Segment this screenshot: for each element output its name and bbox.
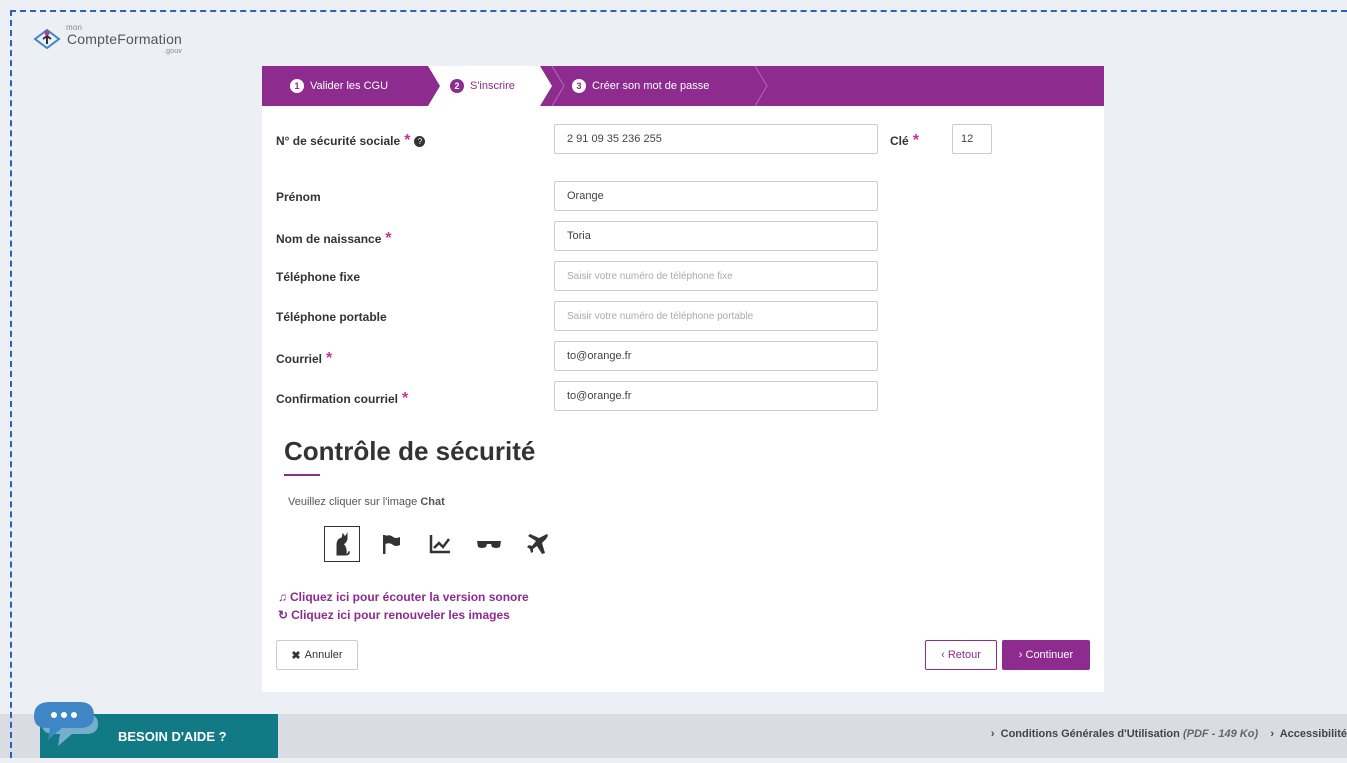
captcha-instruction-text: Veuillez cliquer sur l'image [288, 496, 418, 508]
chat-icon[interactable] [28, 694, 112, 758]
help-label: BESOIN D'AIDE ? [118, 728, 227, 744]
audio-link[interactable]: ♫ Cliquez ici pour écouter la version so… [278, 590, 529, 604]
refresh-link[interactable]: ↻ Cliquez ici pour renouveler les images [278, 608, 510, 622]
landline-label: Téléphone fixe [276, 270, 361, 284]
landline-row: Téléphone fixe [276, 270, 360, 284]
step-label: Créer son mot de passe [592, 80, 710, 92]
birth-name-row: Nom de naissance * [276, 230, 392, 248]
help-icon[interactable]: ? [414, 135, 426, 147]
refresh-icon: ↻ [278, 608, 289, 622]
logo-icon [33, 27, 61, 51]
flag-icon[interactable] [373, 526, 409, 562]
email-input[interactable]: to@orange.fr [554, 341, 878, 371]
footer-links: › Conditions Générales d'Utilisation (PD… [991, 728, 1347, 740]
close-icon: ✖ [291, 649, 301, 662]
email-confirm-label: Confirmation courriel [276, 392, 399, 406]
email-row: Courriel * [276, 350, 332, 368]
accessibility-link-text: Accessibilité [1279, 728, 1347, 740]
captcha-title: Contrôle de sécurité [284, 436, 536, 466]
key-row: Clé * [890, 132, 919, 150]
step-label: Valider les CGU [310, 80, 389, 92]
required-mark: * [404, 132, 411, 149]
first-name-label: Prénom [276, 190, 321, 204]
birth-name-input[interactable]: Toria [554, 221, 878, 251]
ssn-input[interactable]: 2 91 09 35 236 255 [554, 124, 878, 154]
cgu-link[interactable]: › Conditions Générales d'Utilisation (PD… [991, 728, 1258, 740]
step-number: 2 [450, 79, 464, 93]
logo-suffix: .gouv [163, 48, 183, 55]
step-number: 3 [572, 79, 586, 93]
step-create-password[interactable]: 3 Créer son mot de passe [572, 66, 709, 106]
logo-prefix: mon [66, 23, 83, 32]
mobile-label: Téléphone portable [276, 310, 387, 324]
first-name-row: Prénom [276, 190, 321, 204]
landline-input[interactable]: Saisir votre numéro de téléphone fixe [554, 261, 878, 291]
airplane-icon[interactable] [520, 526, 556, 562]
required-mark: * [326, 350, 333, 367]
captcha-instruction: Veuillez cliquer sur l'image Chat [288, 496, 445, 508]
required-mark: * [912, 132, 919, 149]
step-validate-cgu[interactable]: 1 Valider les CGU [290, 66, 388, 106]
step-number: 1 [290, 79, 304, 93]
required-mark: * [385, 230, 392, 247]
sunglasses-icon[interactable] [471, 526, 507, 562]
header: mon CompteFormation .gouv [0, 0, 1347, 64]
email-confirm-row: Confirmation courriel * [276, 390, 408, 408]
cancel-label: Annuler [304, 649, 343, 661]
cat-icon[interactable] [324, 526, 360, 562]
continue-button[interactable]: › Continuer [1002, 640, 1090, 670]
email-label: Courriel [276, 352, 323, 366]
first-name-input[interactable]: Orange [554, 181, 878, 211]
birth-name-label: Nom de naissance [276, 232, 382, 246]
music-icon: ♫ [278, 590, 287, 604]
refresh-link-text: Cliquez ici pour renouveler les images [291, 608, 510, 622]
mobile-row: Téléphone portable [276, 310, 387, 324]
cancel-button[interactable]: ✖ Annuler [276, 640, 358, 670]
ssn-label: N° de sécurité sociale [276, 134, 401, 148]
cgu-link-text: Conditions Générales d'Utilisation [1000, 728, 1180, 740]
step-label: S'inscrire [470, 80, 515, 92]
required-mark: * [402, 390, 409, 407]
stepper: 1 Valider les CGU 2 S'inscrire 3 Créer s… [262, 66, 1104, 106]
accessibility-link[interactable]: › Accessibilité [1270, 728, 1347, 740]
cgu-meta: (PDF - 149 Ko) [1182, 728, 1259, 740]
step-register[interactable]: 2 S'inscrire [450, 66, 515, 106]
mobile-input[interactable]: Saisir votre numéro de téléphone portabl… [554, 301, 878, 331]
ssn-row: N° de sécurité sociale * ? [276, 132, 426, 150]
chart-icon[interactable] [422, 526, 458, 562]
logo[interactable]: mon CompteFormation .gouv [33, 23, 183, 55]
email-confirm-input[interactable]: to@orange.fr [554, 381, 878, 411]
captcha-images [324, 526, 569, 562]
key-label: Clé [890, 134, 909, 148]
audio-link-text: Cliquez ici pour écouter la version sono… [290, 590, 529, 604]
captcha-target: Chat [420, 496, 445, 508]
key-input[interactable]: 12 [952, 124, 992, 154]
logo-name: CompteFormation [67, 31, 183, 47]
back-button[interactable]: ‹ Retour [925, 640, 997, 670]
registration-panel: 1 Valider les CGU 2 S'inscrire 3 Créer s… [262, 66, 1104, 692]
title-underline [284, 474, 320, 476]
